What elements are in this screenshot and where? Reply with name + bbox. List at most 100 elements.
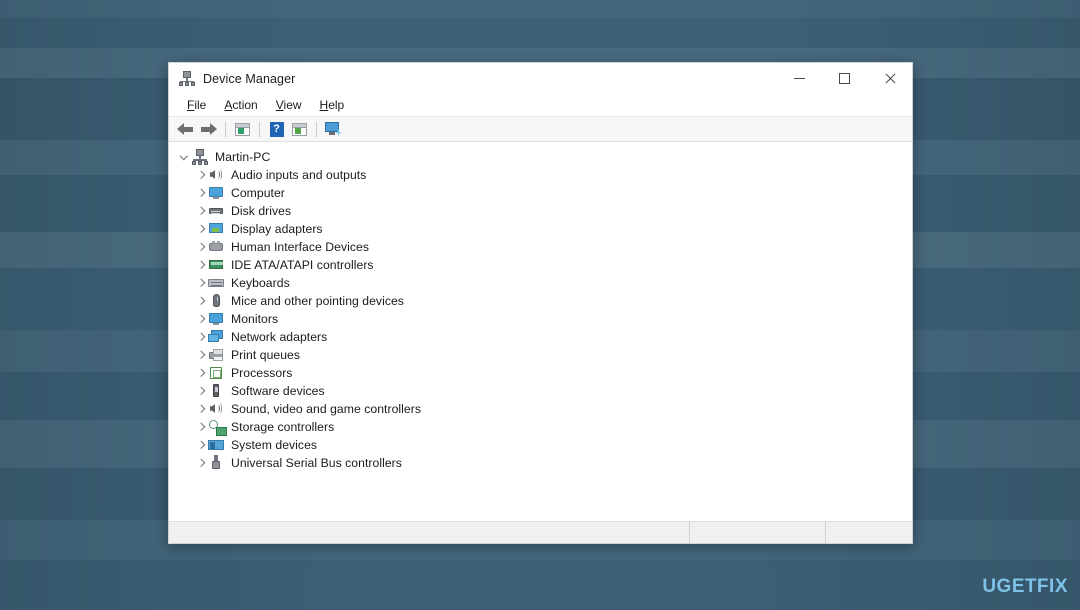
usb-controller-icon: [208, 455, 224, 471]
scan-hardware-button[interactable]: [322, 119, 345, 140]
tree-item-system-devices[interactable]: System devices: [169, 436, 912, 454]
chevron-right-icon[interactable]: [194, 186, 208, 200]
network-adapter-icon: [208, 329, 224, 345]
chevron-right-icon[interactable]: [194, 204, 208, 218]
chevron-right-icon[interactable]: [194, 168, 208, 182]
minimize-icon: [794, 78, 805, 79]
scan-hardware-icon: [325, 122, 342, 136]
chevron-right-icon[interactable]: [194, 456, 208, 470]
window-titlebar[interactable]: Device Manager: [169, 63, 912, 94]
tree-item-display-adapters[interactable]: Display adapters: [169, 220, 912, 238]
menu-view[interactable]: View: [267, 94, 311, 116]
chevron-right-icon[interactable]: [194, 438, 208, 452]
watermark-suffix: TFIX: [1024, 576, 1068, 597]
tree-item-sound-video-game[interactable]: Sound, video and game controllers: [169, 400, 912, 418]
menu-help[interactable]: Help: [311, 94, 354, 116]
status-pane-3: [826, 522, 912, 543]
maximize-button[interactable]: [822, 63, 867, 94]
help-icon: ?: [269, 121, 284, 137]
tree-item-usb-controllers[interactable]: Universal Serial Bus controllers: [169, 454, 912, 472]
tree-item-label: Computer: [231, 186, 285, 200]
computer-icon: [208, 185, 224, 201]
chevron-right-icon[interactable]: [194, 276, 208, 290]
chevron-right-icon[interactable]: [194, 420, 208, 434]
tree-item-disk-drives[interactable]: Disk drives: [169, 202, 912, 220]
tree-item-mice[interactable]: Mice and other pointing devices: [169, 292, 912, 310]
status-bar: [169, 521, 912, 543]
toolbar-separator-2: [259, 121, 260, 137]
tree-item-label: Processors: [231, 366, 293, 380]
tree-item-audio[interactable]: Audio inputs and outputs: [169, 166, 912, 184]
tree-item-hid[interactable]: Human Interface Devices: [169, 238, 912, 256]
chevron-right-icon[interactable]: [194, 222, 208, 236]
tree-item-ide-controllers[interactable]: IDE ATA/ATAPI controllers: [169, 256, 912, 274]
caption-buttons: [777, 63, 912, 94]
hid-icon: [208, 239, 224, 255]
tree-item-label: Universal Serial Bus controllers: [231, 456, 402, 470]
chevron-right-icon[interactable]: [194, 348, 208, 362]
desktop-background: Device Manager File Action View Help ? M…: [0, 0, 1080, 610]
menu-view-rest: iew: [283, 98, 302, 112]
menu-action-rest: ction: [232, 98, 258, 112]
printer-icon: [208, 347, 224, 363]
back-arrow-icon: [177, 122, 194, 136]
computer-tree-icon: [192, 149, 208, 165]
toolbar-separator-1: [225, 121, 226, 137]
chevron-right-icon[interactable]: [194, 258, 208, 272]
chevron-right-icon[interactable]: [194, 330, 208, 344]
sound-video-icon: [208, 401, 224, 417]
tree-item-keyboards[interactable]: Keyboards: [169, 274, 912, 292]
help-button[interactable]: ?: [265, 119, 288, 140]
tree-item-processors[interactable]: Processors: [169, 364, 912, 382]
tree-item-label: Monitors: [231, 312, 279, 326]
chevron-right-icon[interactable]: [194, 384, 208, 398]
menu-file[interactable]: File: [178, 94, 215, 116]
device-tree[interactable]: Martin-PC Audio inputs and outputs Compu…: [169, 142, 912, 521]
tree-item-label: Print queues: [231, 348, 301, 362]
tree-item-print-queues[interactable]: Print queues: [169, 346, 912, 364]
tree-item-label: Audio inputs and outputs: [231, 168, 367, 182]
tree-item-label: System devices: [231, 438, 318, 452]
chevron-down-icon[interactable]: [178, 150, 192, 164]
forward-button[interactable]: [197, 119, 220, 140]
update-driver-icon: [292, 122, 307, 136]
tree-item-label: Disk drives: [231, 204, 292, 218]
properties-button[interactable]: [231, 119, 254, 140]
menu-help-rest: elp: [328, 98, 345, 112]
forward-arrow-icon: [200, 122, 217, 136]
tree-item-label: Sound, video and game controllers: [231, 402, 421, 416]
chevron-right-icon[interactable]: [194, 366, 208, 380]
chevron-right-icon[interactable]: [194, 402, 208, 416]
tree-root-label: Martin-PC: [215, 150, 271, 164]
tree-item-label: Storage controllers: [231, 420, 335, 434]
display-adapter-icon: [208, 221, 224, 237]
tree-item-software-devices[interactable]: Software devices: [169, 382, 912, 400]
disk-drive-icon: [208, 203, 224, 219]
back-button[interactable]: [174, 119, 197, 140]
menu-file-rest: ile: [194, 98, 207, 112]
status-pane-1: [169, 522, 690, 543]
chevron-right-icon[interactable]: [194, 312, 208, 326]
system-device-icon: [208, 437, 224, 453]
tree-item-network-adapters[interactable]: Network adapters: [169, 328, 912, 346]
menu-bar: File Action View Help: [169, 94, 912, 117]
tree-item-monitors[interactable]: Monitors: [169, 310, 912, 328]
tree-item-label: Keyboards: [231, 276, 290, 290]
properties-icon: [235, 122, 250, 136]
toolbar-separator-3: [316, 121, 317, 137]
chevron-right-icon[interactable]: [194, 240, 208, 254]
device-manager-window: Device Manager File Action View Help ? M…: [168, 62, 913, 544]
ugetfix-watermark: UG E TFIX: [982, 576, 1068, 598]
update-driver-button[interactable]: [288, 119, 311, 140]
close-button[interactable]: [867, 63, 912, 94]
watermark-stylized-e: E: [1011, 576, 1026, 597]
tree-item-computer[interactable]: Computer: [169, 184, 912, 202]
tree-item-label: IDE ATA/ATAPI controllers: [231, 258, 374, 272]
tree-root-row[interactable]: Martin-PC: [169, 148, 912, 166]
tree-item-label: Network adapters: [231, 330, 328, 344]
minimize-button[interactable]: [777, 63, 822, 94]
tree-item-label: Mice and other pointing devices: [231, 294, 404, 308]
chevron-right-icon[interactable]: [194, 294, 208, 308]
tree-item-storage-controllers[interactable]: Storage controllers: [169, 418, 912, 436]
menu-action[interactable]: Action: [215, 94, 266, 116]
